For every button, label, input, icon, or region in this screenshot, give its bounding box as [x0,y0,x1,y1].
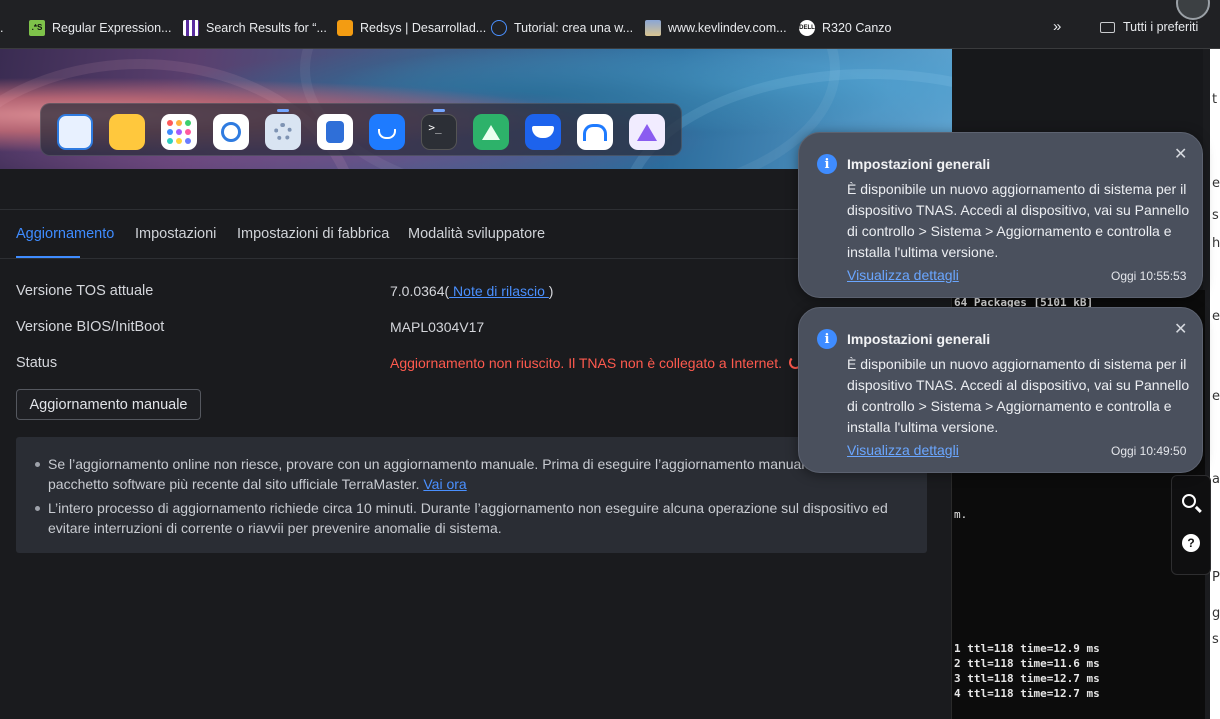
notification-title: Impostazioni generali [847,156,991,172]
notification-card[interactable]: i Impostazioni generali ✕ È disponibile … [798,307,1203,473]
notification-title: Impostazioni generali [847,331,991,347]
backup-app-icon[interactable] [213,114,249,150]
film-favicon-icon [183,20,199,36]
close-icon[interactable]: ✕ [1174,319,1187,339]
edge-text: t [1212,92,1218,107]
terminal-line: 1 ttl=118 time=12.9 ms [954,642,1100,655]
active-tab-indicator [16,256,80,258]
edge-text: e [1212,309,1220,324]
redsys-favicon-icon [337,20,353,36]
whale-icon [532,126,554,138]
edge-text: s [1212,208,1219,223]
status-value: Aggiornamento non riuscito. Il TNAS non … [390,355,802,371]
bios-version-value: MAPL0304V17 [390,319,485,335]
release-notes-link[interactable]: Note di rilascio [449,283,549,299]
status-label: Status [16,355,58,371]
notification-body: È disponibile un nuovo aggiornamento di … [847,356,1190,435]
edge-text: s [1212,632,1219,647]
tdas-app-icon[interactable] [473,114,509,150]
storage-manager-app-icon[interactable] [317,114,353,150]
info-icon: i [817,329,837,349]
notification-time: Oggi 10:49:50 [1111,444,1187,458]
regex-favicon-icon: .*S [29,20,45,36]
image-favicon-icon [645,20,661,36]
terminal-line: m. [954,508,968,521]
bookmark-kevlindev[interactable]: www.kevlindev.com... [645,20,787,36]
globe-favicon-icon [491,20,507,36]
terminal-line: 3 ttl=118 time=12.7 ms [954,672,1100,685]
tos-version-label: Versione TOS attuale [16,283,154,299]
edge-text: a [1212,472,1220,487]
bag-icon [378,129,396,139]
info-item: L’intero processo di aggiornamento richi… [35,498,908,538]
jellyfin-triangle-icon [637,123,657,141]
file-manager-app-icon[interactable] [57,114,93,150]
edge-text: g [1212,606,1220,621]
tos-version-value: 7.0.0364( Note di rilascio ) [390,283,554,299]
view-details-link[interactable]: Visualizza dettagli [847,267,959,283]
bookmark-redsys[interactable]: Redsys | Desarrollad... [337,20,486,36]
tab-aggiornamento[interactable]: Aggiornamento [16,226,114,242]
grid-dots [167,120,191,144]
side-toolbar: ? [1171,475,1211,575]
database-icon [326,121,344,143]
dell-favicon-icon: DELL [799,20,815,36]
tab-impostazioni[interactable]: Impostazioni [135,226,216,242]
terminal-line: 2 ttl=118 time=11.6 ms [954,657,1100,670]
app-store-icon[interactable] [369,114,405,150]
info-box: Se l’aggiornamento online non riesce, pr… [16,437,927,553]
headset-icon [583,123,607,141]
bullet [35,506,40,511]
edge-text: h [1212,236,1220,251]
profile-avatar[interactable] [1176,0,1210,20]
docker-app-icon[interactable] [525,114,561,150]
search-icon[interactable] [1182,494,1196,508]
running-indicator [433,109,445,112]
info-item: Se l’aggiornamento online non riesce, pr… [35,454,908,494]
terminal-app-icon[interactable]: >_ [421,114,457,150]
bullet [35,462,40,467]
bookmark-r320[interactable]: DELL R320 Canzo [799,20,892,36]
info-icon: i [817,154,837,174]
bookmark-search-results[interactable]: Search Results for “... [183,20,327,36]
notification-card[interactable]: i Impostazioni generali ✕ È disponibile … [798,132,1203,298]
prompt-glyph: >_ [428,120,442,134]
jellyfin-app-icon[interactable] [629,114,665,150]
tab-modalita-sviluppatore[interactable]: Modalità sviluppatore [408,226,545,242]
view-details-link[interactable]: Visualizza dettagli [847,442,959,458]
bookmark-regex[interactable]: .*S Regular Expression... [29,20,172,36]
app-dock: >_ [40,103,682,156]
tab-impostazioni-fabbrica[interactable]: Impostazioni di fabbrica [237,226,389,242]
notification-body: È disponibile un nuovo aggiornamento di … [847,181,1190,260]
notes-app-icon[interactable] [109,114,145,150]
app-center-icon[interactable] [161,114,197,150]
clock-icon [221,122,241,142]
bookmarks-bar: . .*S Regular Expression... Search Resul… [0,0,1220,49]
control-panel-app-icon[interactable] [265,114,301,150]
go-now-link[interactable]: Vai ora [423,476,466,492]
edge-text: P [1212,570,1220,585]
notification-time: Oggi 10:55:53 [1111,269,1187,283]
edge-text: e [1212,389,1220,404]
gear-icon [274,123,292,141]
bios-version-label: Versione BIOS/InitBoot [16,319,165,335]
support-app-icon[interactable] [577,114,613,150]
all-bookmarks-button[interactable]: Tutti i preferiti [1100,20,1198,34]
edge-text: e [1212,176,1220,191]
folder-icon [1100,21,1115,33]
help-icon[interactable]: ? [1182,534,1200,552]
bookmarks-more-button[interactable]: » [1053,18,1061,35]
close-icon[interactable]: ✕ [1174,144,1187,164]
bookmark-tutorial[interactable]: Tutorial: crea una w... [491,20,633,36]
terminal-line: 4 ttl=118 time=12.7 ms [954,687,1100,700]
bookmark-overflow-dot: . [0,21,4,35]
running-indicator [277,109,289,112]
triangle-icon [482,124,500,140]
manual-update-button[interactable]: Aggiornamento manuale [16,389,201,420]
